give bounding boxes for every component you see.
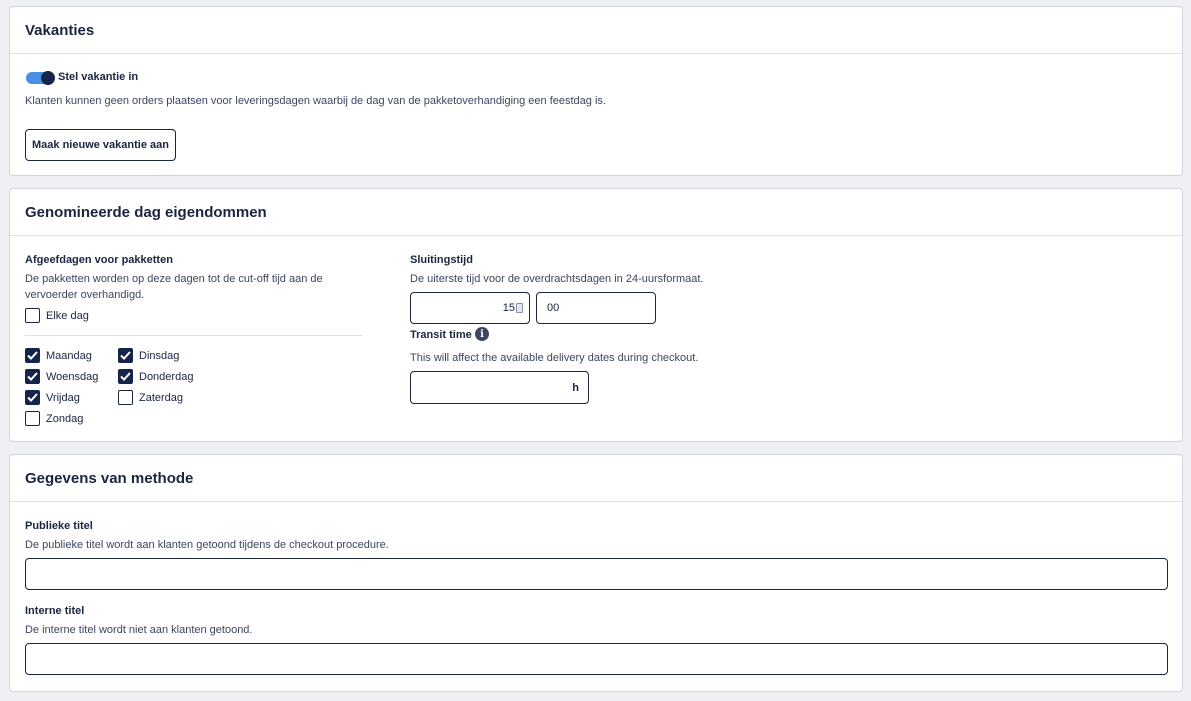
info-icon[interactable]: i <box>475 327 489 341</box>
public-title-input[interactable] <box>25 558 1168 590</box>
day-label: Zondag <box>46 412 84 425</box>
day-label: Donderdag <box>139 370 194 383</box>
method-details-title: Gegevens van methode <box>25 469 194 487</box>
create-vacation-button[interactable]: Maak nieuwe vakantie aan <box>25 129 176 161</box>
day-checkbox[interactable] <box>118 369 133 384</box>
vacations-title: Vakanties <box>25 21 95 39</box>
vacations-header: Vakanties <box>10 7 1182 54</box>
closing-time-description: De uiterste tijd voor de overdrachtsdage… <box>410 273 704 285</box>
handover-days-description: De pakketten worden op deze dagen tot de… <box>25 273 323 301</box>
transit-time-description: This will affect the available delivery … <box>410 352 699 364</box>
day-checkbox[interactable] <box>25 369 40 384</box>
vacation-toggle-label: Stel vakantie in <box>58 71 139 83</box>
day-checkbox-row[interactable]: Donderdag <box>118 369 193 384</box>
closing-minutes-value: 00 <box>547 302 560 314</box>
transit-time-input[interactable]: h <box>410 371 589 404</box>
day-label: Maandag <box>46 349 92 362</box>
method-details-card: Gegevens van methode Publieke titel De p… <box>9 454 1183 692</box>
day-checkbox-row[interactable]: Zaterdag <box>118 390 183 405</box>
day-checkbox[interactable] <box>118 390 133 405</box>
day-checkbox[interactable] <box>25 411 40 426</box>
closing-hours-value: 15 <box>502 302 515 314</box>
method-details-header: Gegevens van methode <box>10 455 1182 502</box>
day-checkbox[interactable] <box>25 390 40 405</box>
day-label: Dinsdag <box>139 349 180 362</box>
vacation-toggle[interactable] <box>26 71 55 85</box>
internal-title-input[interactable] <box>25 643 1168 675</box>
transit-time-label: Transit time <box>410 329 472 341</box>
public-title-label: Publieke titel <box>25 520 93 532</box>
toggle-knob <box>41 71 55 85</box>
every-day-checkbox-row[interactable]: Elke dag <box>25 308 89 323</box>
handover-days-label: Afgeefdagen voor pakketten <box>25 254 173 266</box>
closing-hours-input[interactable]: 15 <box>410 292 530 324</box>
day-label: Woensdag <box>46 370 99 383</box>
internal-title-label: Interne titel <box>25 605 85 617</box>
vacations-description: Klanten kunnen geen orders plaatsen voor… <box>25 95 606 107</box>
public-title-description: De publieke titel wordt aan klanten geto… <box>25 539 389 551</box>
day-checkbox-row[interactable]: Woensdag <box>25 369 98 384</box>
vacations-card: Vakanties Stel vakantie in Klanten kunne… <box>9 6 1183 176</box>
day-checkbox[interactable] <box>25 348 40 363</box>
closing-time-label: Sluitingstijd <box>410 254 473 266</box>
day-properties-header: Genomineerde dag eigendommen <box>10 189 1182 236</box>
transit-time-unit: h <box>572 381 579 394</box>
day-properties-title: Genomineerde dag eigendommen <box>25 203 267 221</box>
internal-title-description: De interne titel wordt niet aan klanten … <box>25 624 253 636</box>
days-divider <box>25 335 363 336</box>
day-checkbox[interactable] <box>118 348 133 363</box>
closing-minutes-input[interactable]: 00 <box>536 292 656 324</box>
day-properties-card: Genomineerde dag eigendommen Afgeefdagen… <box>9 188 1183 442</box>
spinner-icon[interactable] <box>516 303 523 313</box>
day-label: Vrijdag <box>46 391 80 404</box>
day-checkbox-row[interactable]: Maandag <box>25 348 92 363</box>
day-checkbox-row[interactable]: Vrijdag <box>25 390 80 405</box>
day-label: Zaterdag <box>139 391 184 404</box>
day-checkbox-row[interactable]: Zondag <box>25 411 83 426</box>
day-checkbox-row[interactable]: Dinsdag <box>118 348 179 363</box>
every-day-label: Elke dag <box>46 309 89 322</box>
every-day-checkbox[interactable] <box>25 308 40 323</box>
